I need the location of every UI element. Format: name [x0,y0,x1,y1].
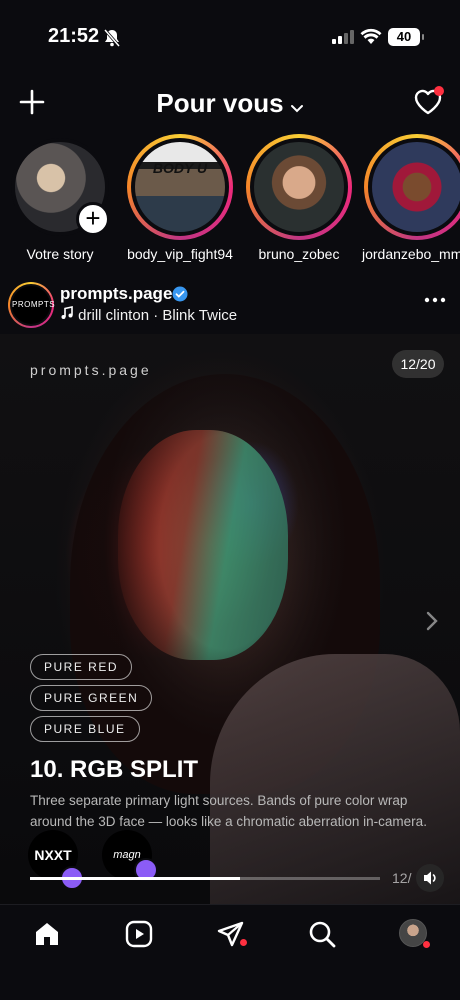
avatar: BODY U [131,138,229,236]
avatar [368,138,460,236]
bell-muted-icon [102,28,122,53]
chevron-right-icon[interactable] [424,610,440,637]
post-media[interactable]: prompts.page 12/20 PURE RED PURE GREEN P… [0,334,460,904]
story-item[interactable]: jordanzebo_mm [360,134,460,262]
add-story-button[interactable]: + [76,202,110,236]
tag-pure-red: PURE RED [30,654,133,680]
story-name: bruno_zobec [258,246,340,262]
progress-bar[interactable] [30,877,380,880]
story-name: body_vip_fight94 [127,246,233,262]
story-item[interactable]: bruno_zobec [241,134,357,262]
post-avatar[interactable]: PROMPTS [8,282,55,328]
progress-text: 12/ [392,870,412,886]
tag-pure-blue: PURE BLUE [30,716,140,742]
verified-icon [172,286,188,307]
post-heading: 10. RGB SPLIT [30,756,199,783]
story-item[interactable]: BODY U body_vip_fight94 [122,134,238,262]
story-ring [364,134,460,240]
search-icon[interactable] [307,919,337,949]
bottom-navigation [0,904,460,1000]
story-ring: BODY U [127,134,233,240]
slide-counter: 12/20 [392,350,444,378]
chip-label: NXXT [34,847,72,863]
post-description: Three separate primary light sources. Ba… [30,793,427,829]
stories-row: + Votre story BODY U body_vip_fight94 br… [0,134,460,264]
sound-icon[interactable] [416,864,444,892]
chevron-down-icon [290,90,304,121]
profile-notification-dot [423,941,430,948]
story-ring [246,134,352,240]
status-bar: 21:52 40 [0,0,460,72]
send-notification-dot [240,939,247,946]
home-icon[interactable] [32,919,62,949]
feed-selector[interactable]: Pour vous [0,88,460,121]
more-icon[interactable] [424,292,446,308]
music-note-icon [60,306,74,324]
signal-icon [332,30,354,49]
avatar [250,138,348,236]
music-label: drill clinton · Blink Twice [78,307,238,324]
story-own[interactable]: + Votre story [2,134,118,262]
top-navigation: Pour vous [0,78,460,128]
notification-dot [434,86,444,96]
progress-fill [30,877,240,880]
tag-pure-green: PURE GREEN [30,685,153,711]
battery-indicator: 40 [388,28,424,46]
status-time: 21:52 [48,25,100,47]
chip-label: magn [113,849,141,861]
feed-title: Pour vous [156,88,284,118]
reels-icon[interactable] [124,919,154,949]
wifi-icon [360,27,382,50]
story-name: Votre story [26,246,94,262]
media-brand: prompts.page [30,362,152,378]
story-name: jordanzebo_mm [362,246,460,262]
post-avatar-text: PROMPTS [10,284,55,326]
avatar-logo-text: BODY U [152,160,208,176]
post-music[interactable]: drill clinton · Blink Twice [60,306,237,324]
post-username[interactable]: prompts.page [60,284,172,304]
post-header: PROMPTS prompts.page drill clinton · Bli… [0,280,460,332]
